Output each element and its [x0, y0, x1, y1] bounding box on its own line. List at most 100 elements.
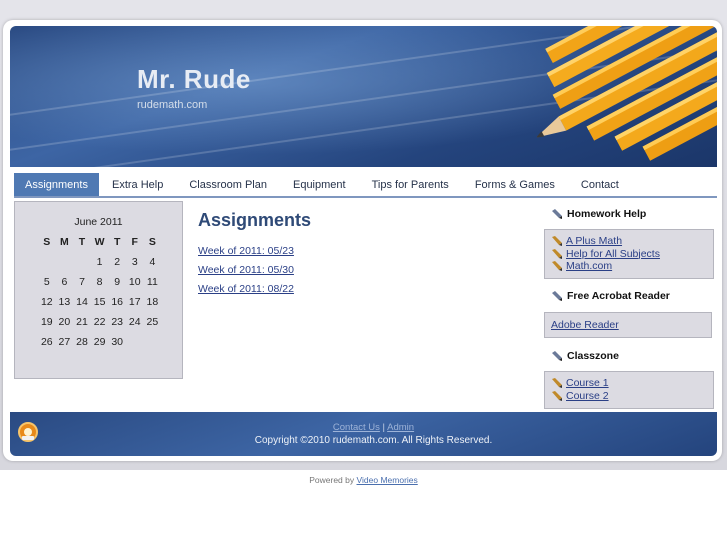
calendar-day: 26 [40, 336, 53, 348]
pencil-bullet-icon [552, 351, 562, 361]
pencil-bullet-icon [552, 390, 562, 401]
powered-by-link[interactable]: Video Memories [357, 475, 418, 485]
calendar-day [126, 332, 144, 352]
powered-by: Powered by Video Memories [0, 475, 727, 485]
main-nav: Assignments Extra Help Classroom Plan Eq… [14, 173, 717, 198]
calendar-day-header: T [78, 236, 86, 248]
calendar-day: 20 [58, 316, 71, 328]
list-item: Course 1 [551, 377, 713, 390]
sidebar-box-homework-help: A Plus Math Help for All Subjects Math.c… [544, 229, 714, 279]
sidebar-heading-homework-help: Homework Help [551, 208, 646, 220]
calendar-day: 21 [76, 316, 88, 328]
pencil-bullet-icon [552, 236, 562, 247]
calendar-day: 29 [93, 336, 106, 348]
calendar-day: 23 [111, 316, 124, 328]
calendar-day: 25 [146, 316, 159, 328]
calendar-day: 14 [76, 296, 88, 308]
nav-tab-contact[interactable]: Contact [568, 173, 632, 196]
calendar-day-header: F [131, 236, 138, 248]
calendar-day-header: S [148, 236, 156, 248]
site-subtitle: rudemath.com [137, 99, 208, 111]
footer-contact-link[interactable]: Contact Us [333, 422, 380, 433]
calendar-day: 9 [114, 276, 121, 288]
pencil-bullet-icon [552, 248, 562, 259]
sidebar-heading-label: Classzone [567, 350, 619, 362]
footer-links: Contact Us | Admin [0, 422, 727, 433]
footer-separator: | [382, 422, 386, 433]
calendar-day [73, 252, 91, 272]
page-title: Assignments [198, 210, 312, 230]
pencil-bullet-icon [552, 291, 562, 301]
calendar-day: 28 [76, 336, 88, 348]
sidebar-link-a-plus-math[interactable]: A Plus Math [566, 235, 622, 247]
list-item: Help for All Subjects [551, 248, 713, 261]
calendar-day: 6 [61, 276, 68, 288]
calendar-day-header: T [113, 236, 121, 248]
powered-by-prefix: Powered by [309, 475, 355, 485]
sidebar-heading-acrobat: Free Acrobat Reader [551, 290, 670, 302]
calendar-day: 22 [93, 316, 106, 328]
list-item: Math.com [551, 260, 713, 273]
sidebar-link-course-2[interactable]: Course 2 [566, 390, 609, 402]
site-header-banner [10, 26, 717, 167]
nav-tab-tips-for-parents[interactable]: Tips for Parents [359, 173, 462, 196]
calendar-day: 2 [114, 256, 121, 268]
footer-admin-link[interactable]: Admin [387, 422, 414, 433]
calendar-day: 5 [43, 276, 50, 288]
nav-tab-classroom-plan[interactable]: Classroom Plan [176, 173, 280, 196]
list-item: Course 2 [551, 390, 713, 403]
assignment-link[interactable]: Week of 2011: 05/30 [198, 264, 294, 276]
list-item: Week of 2011: 05/23 [198, 239, 294, 258]
calendar-day [38, 252, 56, 272]
calendar-day [144, 332, 162, 352]
calendar-day: 3 [131, 256, 138, 268]
calendar-day: 8 [96, 276, 103, 288]
sidebar-box-classzone: Course 1 Course 2 [544, 371, 714, 409]
list-item: A Plus Math [551, 235, 713, 248]
calendar-day: 1 [96, 256, 103, 268]
pencil-bullet-icon [552, 378, 562, 389]
calendar-day: 11 [146, 276, 158, 288]
sidebar-heading-classzone: Classzone [551, 350, 619, 362]
pencil-bullet-icon [552, 261, 562, 272]
calendar-day-header: S [43, 236, 51, 248]
nav-tab-extra-help[interactable]: Extra Help [99, 173, 176, 196]
sidebar-link-adobe-reader[interactable]: Adobe Reader [551, 319, 619, 331]
calendar-day: 30 [111, 336, 124, 348]
calendar-day: 13 [58, 296, 71, 308]
calendar-widget: June 2011 S M T W T F S 1 2 3 4 5 6 7 8 … [14, 201, 183, 379]
sidebar-link-math-com[interactable]: Math.com [566, 260, 612, 272]
sidebar-link-help-all-subjects[interactable]: Help for All Subjects [566, 248, 660, 260]
calendar-day: 16 [111, 296, 124, 308]
calendar-day: 15 [93, 296, 106, 308]
calendar-day: 10 [128, 276, 141, 288]
list-item: Week of 2011: 05/30 [198, 258, 294, 277]
sidebar-heading-label: Homework Help [567, 208, 647, 220]
pencil-bullet-icon [552, 209, 562, 219]
pencils-image [537, 26, 717, 161]
sidebar-box-acrobat: Adobe Reader [544, 312, 712, 338]
calendar-day: 24 [128, 316, 141, 328]
calendar-day: 12 [40, 296, 53, 308]
calendar-grid: S M T W T F S 1 2 3 4 5 6 7 8 9 10 11 12… [38, 232, 161, 352]
nav-tab-equipment[interactable]: Equipment [280, 173, 359, 196]
assignment-link[interactable]: Week of 2011: 08/22 [198, 283, 294, 295]
site-title: Mr. Rude [137, 64, 251, 94]
calendar-day [56, 252, 74, 272]
calendar-day: 4 [149, 256, 156, 268]
calendar-day: 7 [79, 276, 85, 288]
calendar-day: 17 [128, 296, 141, 308]
footer-copyright: Copyright ©2010 rudemath.com. All Rights… [254, 435, 493, 446]
nav-tab-assignments[interactable]: Assignments [14, 173, 99, 196]
sidebar-link-course-1[interactable]: Course 1 [566, 377, 609, 389]
calendar-month-label: June 2011 [74, 216, 123, 228]
calendar-day: 19 [40, 316, 53, 328]
site-footer [10, 412, 717, 456]
calendar-day-header: M [60, 236, 69, 248]
list-item: Week of 2011: 08/22 [198, 277, 294, 296]
sidebar-heading-label: Free Acrobat Reader [567, 290, 670, 302]
nav-tab-forms-games[interactable]: Forms & Games [462, 173, 568, 196]
assignment-list: Week of 2011: 05/23 Week of 2011: 05/30 … [198, 239, 294, 296]
calendar-day: 18 [146, 296, 159, 308]
assignment-link[interactable]: Week of 2011: 05/23 [198, 245, 294, 257]
